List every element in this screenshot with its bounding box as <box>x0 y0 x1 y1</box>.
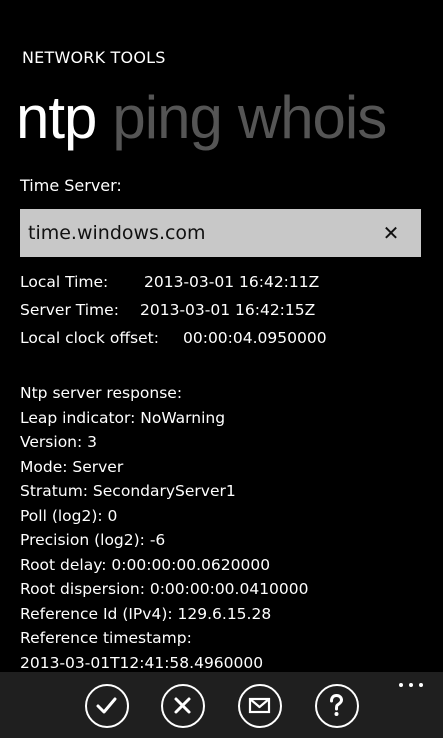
response-heading: Ntp server response: <box>20 384 183 402</box>
check-button[interactable] <box>85 684 129 728</box>
time-server-label: Time Server: <box>20 176 122 195</box>
response-line: Mode: Server <box>20 457 124 476</box>
pivot-tab-ping[interactable]: ping <box>112 82 222 154</box>
local-time-label: Local Time: <box>20 273 109 291</box>
server-time-row: Server Time: 2013-03-01 16:42:15Z <box>20 296 327 324</box>
pivot-header: ntp ping whois <box>16 82 402 154</box>
cancel-icon <box>174 697 191 714</box>
clock-offset-row: Local clock offset: 00:00:04.0950000 <box>20 324 327 352</box>
clock-offset-value: 00:00:04.0950000 <box>183 329 327 347</box>
mail-button[interactable] <box>238 684 282 728</box>
pivot-tab-whois[interactable]: whois <box>238 82 387 154</box>
response-line: Precision (log2): -6 <box>20 531 166 549</box>
app-title: NETWORK TOOLS <box>22 48 166 67</box>
clock-offset-label: Local clock offset: <box>20 329 159 347</box>
help-icon <box>330 693 344 716</box>
response-line: Poll (log2): 0 <box>20 506 118 525</box>
time-server-input[interactable] <box>28 209 368 257</box>
help-button[interactable] <box>315 684 359 728</box>
local-time-value: 2013-03-01 16:42:11Z <box>144 273 320 291</box>
time-info: Local Time: 2013-03-01 16:42:11Z Server T… <box>20 268 327 352</box>
check-icon <box>96 697 117 714</box>
pivot-tab-ntp[interactable]: ntp <box>16 82 97 154</box>
response-line: Root delay: 0:00:00:00.0620000 <box>20 555 271 574</box>
cancel-button[interactable] <box>161 684 205 728</box>
mail-icon <box>248 697 271 714</box>
response-line: Stratum: SecondaryServer1 <box>20 482 236 500</box>
app-bar <box>0 672 443 738</box>
server-time-value: 2013-03-01 16:42:15Z <box>140 301 316 319</box>
local-time-row: Local Time: 2013-03-01 16:42:11Z <box>20 268 327 296</box>
response-line: Leap indicator: NoWarning <box>20 408 226 427</box>
response-line: Root dispersion: 0:00:00:00.0410000 <box>20 580 309 598</box>
close-icon[interactable]: ✕ <box>379 219 403 245</box>
response-line: Reference timestamp: <box>20 629 192 647</box>
time-server-field[interactable]: ✕ <box>20 209 421 257</box>
ntp-response: Ntp server response: Leap indicator: NoW… <box>20 381 309 675</box>
response-line: Version: 3 <box>20 433 98 451</box>
server-time-label: Server Time: <box>20 301 119 319</box>
more-dots-icon[interactable] <box>399 680 427 690</box>
response-line: Reference Id (IPv4): 129.6.15.28 <box>20 604 272 623</box>
